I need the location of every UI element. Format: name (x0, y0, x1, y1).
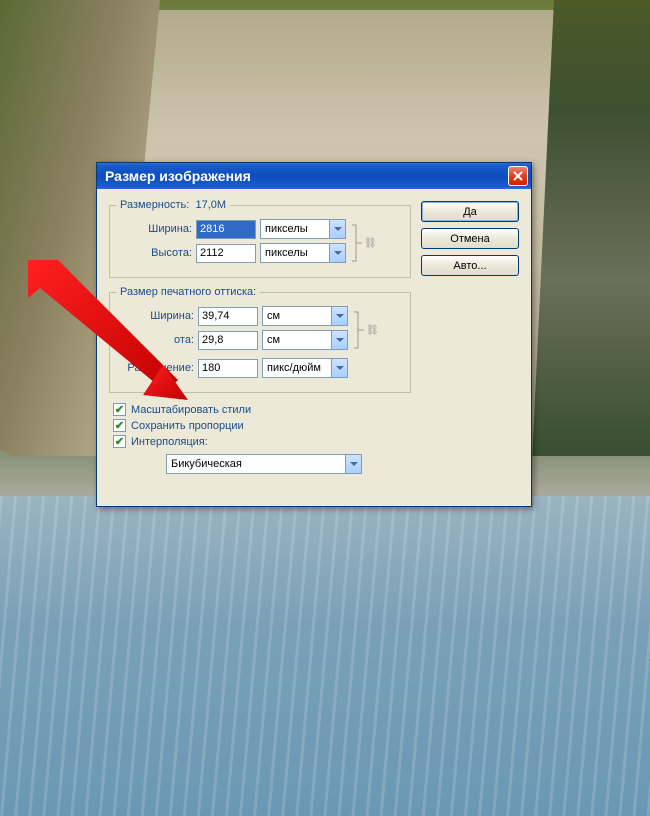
pixel-dimensions-group: Размерность: 17,0M Ширина: пикселы (109, 199, 411, 278)
resolution-unit-select[interactable]: пикс/дюйм (262, 358, 348, 378)
constrain-proportions-label: Сохранить пропорции (131, 420, 244, 432)
px-width-label: Ширина: (116, 223, 196, 235)
link-icon: ⛓ (364, 238, 374, 249)
doc-height-label: ота: (116, 334, 198, 346)
px-width-unit-value: пикселы (265, 223, 308, 235)
constrain-bracket (352, 306, 366, 354)
px-height-input[interactable] (196, 244, 256, 263)
px-width-unit-select[interactable]: пикселы (260, 219, 346, 239)
chevron-down-icon (331, 307, 347, 325)
constrain-bracket (350, 219, 364, 267)
interpolation-value: Бикубическая (171, 458, 242, 470)
resolution-input[interactable] (198, 359, 258, 378)
scale-styles-label: Масштабировать стили (131, 404, 251, 416)
document-size-legend: Размер печатного оттиска: (116, 286, 260, 298)
pixel-dimensions-legend: Размерность: 17,0M (116, 199, 230, 211)
chevron-down-icon (331, 331, 347, 349)
px-height-unit-select[interactable]: пикселы (260, 243, 346, 263)
scale-styles-checkbox[interactable]: ✔ (113, 403, 126, 416)
link-icon: ⛓ (366, 325, 376, 336)
image-size-dialog: Размер изображения Размерность: 17,0M Ши… (96, 162, 532, 507)
doc-width-unit-value: см (267, 310, 280, 322)
resample-checkbox[interactable]: ✔ (113, 435, 126, 448)
doc-width-label: Ширина: (116, 310, 198, 322)
resolution-unit-value: пикс/дюйм (267, 362, 321, 374)
interpolation-select[interactable]: Бикубическая (166, 454, 362, 474)
doc-height-unit-select[interactable]: см (262, 330, 348, 350)
doc-height-input[interactable] (198, 331, 258, 350)
resample-label: Интерполяция: (131, 436, 208, 448)
close-button[interactable] (508, 166, 528, 186)
doc-height-unit-value: см (267, 334, 280, 346)
chevron-down-icon (331, 359, 347, 377)
px-height-label: Высота: (116, 247, 196, 259)
constrain-proportions-checkbox[interactable]: ✔ (113, 419, 126, 432)
doc-width-unit-select[interactable]: см (262, 306, 348, 326)
background-river (0, 496, 650, 816)
cancel-button[interactable]: Отмена (421, 228, 519, 249)
resolution-label: Разрешение: (116, 362, 198, 374)
dialog-title: Размер изображения (105, 168, 251, 184)
chevron-down-icon (345, 455, 361, 473)
close-icon (513, 171, 523, 181)
dialog-titlebar[interactable]: Размер изображения (97, 163, 531, 189)
chevron-down-icon (329, 220, 345, 238)
auto-button[interactable]: Авто... (421, 255, 519, 276)
ok-button[interactable]: Да (421, 201, 519, 222)
px-width-input[interactable] (196, 220, 256, 239)
document-size-group: Размер печатного оттиска: Ширина: см (109, 286, 411, 393)
doc-width-input[interactable] (198, 307, 258, 326)
chevron-down-icon (329, 244, 345, 262)
px-height-unit-value: пикселы (265, 247, 308, 259)
